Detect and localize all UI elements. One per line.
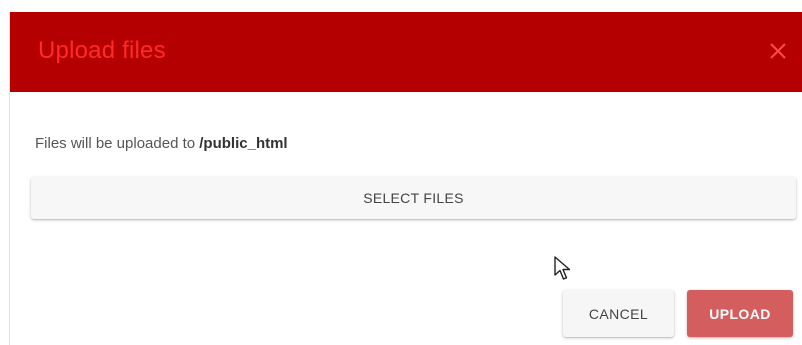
dialog-header: Upload files [10,12,802,92]
dialog-title: Upload files [38,37,166,64]
select-files-button[interactable]: SELECT FILES [31,177,796,219]
close-icon[interactable] [767,40,789,62]
mouse-cursor-icon [553,255,575,283]
upload-destination-path: /public_html [199,135,288,152]
page: Upload files Files will be uploaded to /… [0,0,802,345]
upload-destination-prefix: Files will be uploaded to [35,135,200,152]
top-strip [0,0,802,12]
upload-button[interactable]: UPLOAD [687,290,793,337]
cancel-button[interactable]: CANCEL [563,290,674,337]
upload-destination-text: Files will be uploaded to /public_html [35,135,288,152]
upload-files-dialog: Upload files Files will be uploaded to /… [9,12,802,345]
